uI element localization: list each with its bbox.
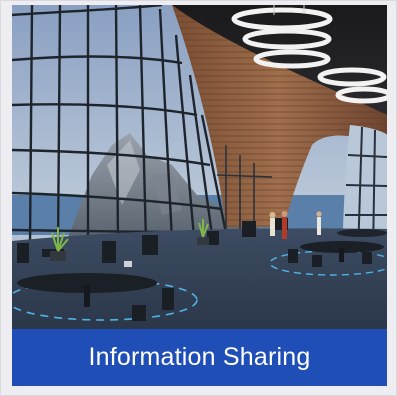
caption-bar[interactable]: Information Sharing <box>12 329 387 386</box>
caption-title[interactable]: Information Sharing <box>89 343 311 372</box>
feature-card[interactable]: Information Sharing <box>0 0 397 396</box>
scene-image <box>12 5 387 329</box>
